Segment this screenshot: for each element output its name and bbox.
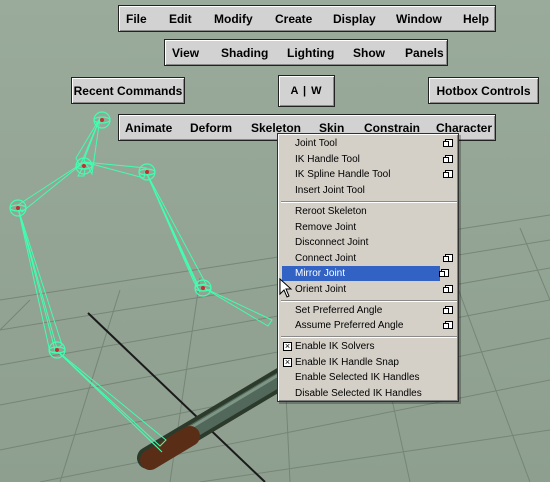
menu-item-label: Set Preferred Angle <box>295 305 383 316</box>
3d-viewport[interactable] <box>0 0 550 482</box>
joint-centers <box>16 118 205 352</box>
menu-item-remove-joint[interactable]: Remove Joint <box>282 220 456 235</box>
menu-help[interactable]: Help <box>463 12 489 26</box>
menu-item-label: Insert Joint Tool <box>295 185 365 196</box>
recent-commands-button[interactable]: Recent Commands <box>71 77 185 104</box>
menu-item-enable-selected-ik-handles[interactable]: Enable Selected IK Handles <box>282 370 456 385</box>
menu-display[interactable]: Display <box>333 12 376 26</box>
menu-show[interactable]: Show <box>353 46 385 60</box>
menu-modify[interactable]: Modify <box>214 12 253 26</box>
menu-item-reroot-skeleton[interactable]: Reroot Skeleton <box>282 204 456 219</box>
option-box-icon[interactable] <box>443 306 453 314</box>
option-box-icon[interactable] <box>443 285 453 293</box>
menu-item-mirror-joint[interactable]: Mirror Joint <box>282 266 440 281</box>
menu-item-label: Enable Selected IK Handles <box>295 372 420 383</box>
menu-item-set-preferred-angle[interactable]: Set Preferred Angle <box>282 303 456 318</box>
menu-item-joint-tool[interactable]: Joint Tool <box>282 136 456 151</box>
option-box-icon[interactable] <box>439 269 449 277</box>
menu-separator <box>281 201 457 203</box>
main-menubar: File Edit Modify Create Display Window H… <box>118 5 496 32</box>
menu-item-ik-handle-tool[interactable]: IK Handle Tool <box>282 152 456 167</box>
option-box-icon[interactable] <box>443 321 453 329</box>
menu-item-label: Enable IK Solvers <box>295 341 375 352</box>
aw-button[interactable]: A | W <box>278 75 335 107</box>
menu-item-label: Joint Tool <box>295 138 338 149</box>
menu-deform[interactable]: Deform <box>190 121 232 135</box>
mouse-cursor-icon <box>279 278 293 298</box>
scene-svg <box>0 111 550 482</box>
menu-item-mirror-joint-option[interactable] <box>439 266 456 281</box>
menu-item-insert-joint-tool[interactable]: Insert Joint Tool <box>282 183 456 198</box>
option-box-icon[interactable] <box>443 170 453 178</box>
menu-panels[interactable]: Panels <box>405 46 444 60</box>
skeleton-dropdown: Joint Tool IK Handle Tool IK Spline Hand… <box>277 133 459 402</box>
panel-menubar: View Shading Lighting Show Panels <box>164 39 448 66</box>
menu-item-connect-joint[interactable]: Connect Joint <box>282 251 456 266</box>
option-box-icon[interactable] <box>443 254 453 262</box>
menu-item-ik-spline-handle-tool[interactable]: IK Spline Handle Tool <box>282 167 456 182</box>
menu-item-label: Orient Joint <box>295 284 347 295</box>
menu-item-label: Enable IK Handle Snap <box>295 357 399 368</box>
menu-item-orient-joint[interactable]: Orient Joint <box>282 282 456 297</box>
menu-item-label: Connect Joint <box>295 253 357 264</box>
menu-item-label: Reroot Skeleton <box>295 206 367 217</box>
menu-item-label: Disable Selected IK Handles <box>295 388 422 399</box>
menu-separator <box>281 336 457 338</box>
menu-item-enable-ik-solvers[interactable]: × Enable IK Solvers <box>282 339 456 354</box>
menu-item-label: IK Spline Handle Tool <box>295 169 391 180</box>
menu-item-label: IK Handle Tool <box>295 154 360 165</box>
menu-view[interactable]: View <box>172 46 199 60</box>
menu-file[interactable]: File <box>126 12 147 26</box>
menu-item-label: Disconnect Joint <box>295 237 369 248</box>
menu-create[interactable]: Create <box>275 12 312 26</box>
menu-lighting[interactable]: Lighting <box>287 46 334 60</box>
hotbox-controls-button[interactable]: Hotbox Controls <box>428 77 539 104</box>
menu-separator <box>281 300 457 302</box>
option-box-icon[interactable] <box>443 155 453 163</box>
menu-item-label: Assume Preferred Angle <box>295 320 404 331</box>
menu-item-disable-selected-ik-handles[interactable]: Disable Selected IK Handles <box>282 386 456 401</box>
checkbox-checked-icon[interactable]: × <box>283 358 292 367</box>
menu-item-enable-ik-handle-snap[interactable]: × Enable IK Handle Snap <box>282 355 456 370</box>
menu-item-label: Remove Joint <box>295 222 357 233</box>
option-box-icon[interactable] <box>443 139 453 147</box>
menu-item-disconnect-joint[interactable]: Disconnect Joint <box>282 235 456 250</box>
menu-animate[interactable]: Animate <box>125 121 172 135</box>
menu-edit[interactable]: Edit <box>169 12 192 26</box>
checkbox-checked-icon[interactable]: × <box>283 342 292 351</box>
ground-grid <box>0 214 550 482</box>
menu-item-label: Mirror Joint <box>295 268 346 279</box>
menu-shading[interactable]: Shading <box>221 46 268 60</box>
menu-window[interactable]: Window <box>396 12 442 26</box>
menu-item-assume-preferred-angle[interactable]: Assume Preferred Angle <box>282 318 456 333</box>
